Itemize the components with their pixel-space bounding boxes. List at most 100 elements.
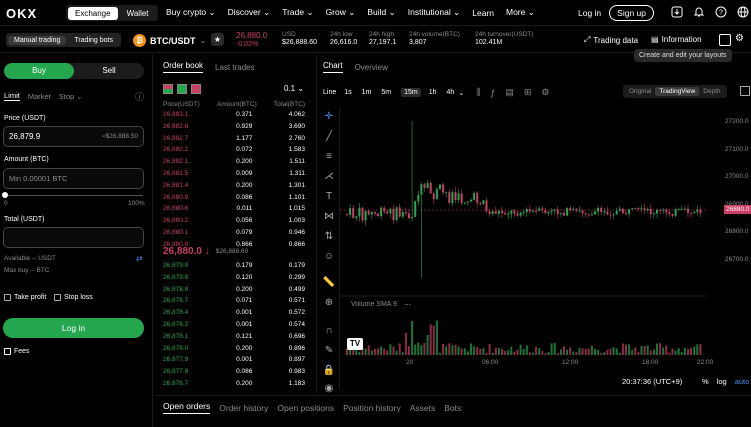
price-chart[interactable] [340,106,751,394]
emoji-icon[interactable]: ☺ [322,250,336,264]
sell-tab[interactable]: Sell [74,63,144,79]
interval-4h[interactable]: 4h [447,89,455,96]
manual-trading-tab[interactable]: Manual trading [8,35,67,45]
total-input[interactable] [3,227,144,248]
orderbook-row[interactable]: 26,878.7 0.071 0.571 [163,297,305,309]
tab-assets[interactable]: Assets [410,403,436,413]
favorite-star-icon[interactable]: ★ [211,33,224,46]
price-input[interactable]: 26,879.9 [9,132,40,141]
bids-only-icon[interactable] [177,84,187,94]
limit-tab[interactable]: Limit [4,91,20,101]
trading-data-button[interactable]: ⤢ Trading data [584,35,638,45]
interval-15m[interactable]: 15m [401,88,421,97]
pitchfork-icon[interactable]: ⋌ [322,170,336,184]
nav-build[interactable]: Build ⌄ [367,7,395,18]
zoom-in-icon[interactable]: ⊕ [322,296,336,310]
orderbook-row[interactable]: 26,878.2 0.001 0.574 [163,321,305,333]
interval-more[interactable]: ⌄ [458,89,464,97]
slider-handle[interactable] [2,192,8,198]
horizontal-lines-icon[interactable]: ≡ [322,150,336,164]
interval-line[interactable]: Line [323,89,336,96]
market-tab[interactable]: Market [28,92,51,101]
login-button[interactable]: Log in [3,318,144,338]
nav-discover[interactable]: Discover ⌄ [228,7,271,18]
view-tradingview[interactable]: TradingView [655,87,700,96]
amount-input[interactable]: Min 0.00001 BTC [9,174,67,183]
globe-icon[interactable] [736,6,750,20]
orderbook-row[interactable]: 26,879.8 0.120 0.299 [163,274,305,286]
stop-tab[interactable]: Stop ⌄ [59,92,83,101]
login-link[interactable]: Log in [578,8,601,18]
pair-selector[interactable]: ₿ BTC/USDT ⌄ [133,34,206,47]
percent-scale[interactable]: % [702,377,709,386]
view-depth[interactable]: Depth [699,87,724,96]
signup-button[interactable]: Sign up [609,5,655,21]
orderbook-row[interactable]: 26,882.7 1.177 2.760 [163,135,305,147]
settings-icon[interactable]: ⚙ [541,87,549,98]
lock-draw-icon[interactable]: ✎ [322,344,336,358]
lock-icon[interactable]: 🔒 [322,364,336,378]
orderbook-row[interactable]: 26,878.0 0.200 0.896 [163,345,305,357]
orderbook-row[interactable]: 26,880.6 0.011 1.015 [163,205,305,217]
orderbook-row[interactable]: 26,881.5 0.009 1.311 [163,170,305,182]
tab-chart[interactable]: Chart [323,61,343,73]
orderbook-row[interactable]: 26,880.2 0.056 1.003 [163,217,305,229]
candle-type-icon[interactable]: ⫼ [476,87,480,98]
help-icon[interactable]: ? [714,6,728,20]
interval-1h[interactable]: 1h [429,89,437,96]
document-icon[interactable]: ▤ [505,87,514,98]
asks-only-icon[interactable] [191,84,201,94]
gear-icon[interactable]: ⚙ [735,33,744,44]
tab-bots[interactable]: Bots [444,403,461,413]
fees-link[interactable]: Fees [4,348,30,355]
ruler-icon[interactable]: 📏 [322,276,336,290]
exchange-toggle[interactable]: Exchange [68,6,118,20]
trendline-icon[interactable]: ╱ [322,130,336,144]
nav-grow[interactable]: Grow ⌄ [326,7,356,18]
more-options-icon[interactable]: ⋯ [404,301,411,309]
tab-order-book[interactable]: Order book [163,61,204,73]
tab-open-positions[interactable]: Open positions [277,403,334,413]
info-icon[interactable]: ⓘ [135,90,144,103]
orderbook-row[interactable]: 26,880.9 0.086 1.101 [163,194,305,206]
view-original[interactable]: Original [625,87,655,96]
orderbook-row[interactable]: 26,878.8 0.200 0.499 [163,286,305,298]
log-scale[interactable]: log [717,377,727,386]
take-profit-checkbox[interactable]: Take profit [4,294,46,301]
amount-slider-track[interactable] [4,195,143,196]
trading-bots-tab[interactable]: Trading bots [68,36,119,45]
amount-field[interactable]: Min 0.00001 BTC [3,168,144,189]
nav-institutional[interactable]: Institutional ⌄ [408,7,460,18]
nav-learn[interactable]: Learn [472,8,494,18]
both-sides-icon[interactable] [163,84,173,94]
auto-scale[interactable]: auto [735,377,750,386]
magnet-icon[interactable]: ∩ [322,324,336,338]
interval-1s[interactable]: 1s [344,89,351,96]
orderbook-row[interactable]: 26,882.8 0.929 3.690 [163,123,305,135]
nav-more[interactable]: More ⌄ [506,7,535,18]
layout-icon[interactable] [719,34,731,46]
orderbook-row[interactable]: 26,881.4 0.200 1.301 [163,182,305,194]
tradingview-logo[interactable]: TV [347,338,363,350]
orderbook-row[interactable]: 26,877.9 0.001 0.897 [163,356,305,368]
indicators-icon[interactable]: ƒ [490,88,495,98]
orderbook-row[interactable]: 26,879.9 0.179 0.179 [163,262,305,274]
text-icon[interactable]: T [322,190,336,204]
wallet-toggle[interactable]: Wallet [120,7,156,20]
fullscreen-icon[interactable] [740,86,750,96]
tab-order-history[interactable]: Order history [219,403,268,413]
nav-trade[interactable]: Trade ⌄ [282,7,313,18]
price-field[interactable]: 26,879.9 ≈$26,888.50 [3,126,144,147]
orderbook-row[interactable]: 26,880.1 0.079 0.946 [163,229,305,241]
orderbook-row[interactable]: 26,882.2 0.072 1.583 [163,146,305,158]
tab-position-history[interactable]: Position history [343,403,401,413]
tab-overview[interactable]: Overview [355,63,388,72]
download-icon[interactable] [670,6,684,20]
interval-5m[interactable]: 5m [381,89,391,96]
orderbook-row[interactable]: 26,877.8 0.086 0.983 [163,368,305,380]
stop-loss-checkbox[interactable]: Stop loss [54,294,93,301]
pattern-icon[interactable]: ⋈ [322,210,336,224]
orderbook-row[interactable]: 26,882.1 0.200 1.511 [163,158,305,170]
grid-icon[interactable]: ⊞ [524,87,532,98]
orderbook-row[interactable]: 26,878.4 0.001 0.572 [163,309,305,321]
